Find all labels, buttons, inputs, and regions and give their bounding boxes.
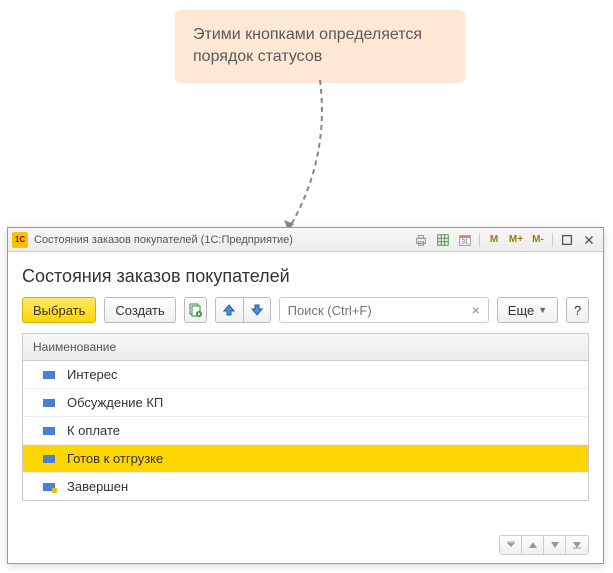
callout-tooltip: Этими кнопками определяется порядок стат… — [175, 10, 465, 83]
move-up-button[interactable] — [215, 297, 243, 323]
memory-m-button[interactable]: M — [484, 231, 504, 249]
nav-up-icon — [528, 540, 538, 550]
app-icon: 1C — [12, 232, 28, 248]
table-row[interactable]: Готов к отгрузке — [23, 445, 588, 473]
status-icon — [43, 427, 55, 435]
status-icon — [43, 399, 55, 407]
page-title: Состояния заказов покупателей — [8, 252, 603, 297]
search-input[interactable] — [284, 303, 468, 318]
nav-last-button[interactable] — [566, 536, 588, 554]
status-final-icon — [43, 483, 55, 491]
search-box[interactable]: × — [279, 297, 489, 323]
calendar-icon[interactable]: 31 — [455, 231, 475, 249]
table-row[interactable]: Завершен — [23, 473, 588, 500]
row-label: Завершен — [67, 479, 128, 494]
nav-down-icon — [550, 540, 560, 550]
table-header[interactable]: Наименование — [23, 334, 588, 361]
row-label: К оплате — [67, 423, 120, 438]
table-body: Интерес Обсуждение КП К оплате Готов к о… — [23, 361, 588, 500]
row-label: Интерес — [67, 367, 118, 382]
chevron-down-icon: ▼ — [538, 305, 547, 315]
select-button[interactable]: Выбрать — [22, 297, 96, 323]
row-label: Обсуждение КП — [67, 395, 163, 410]
titlebar-controls: 31 M M+ M- — [411, 231, 599, 249]
table-row[interactable]: Обсуждение КП — [23, 389, 588, 417]
status-table: Наименование Интерес Обсуждение КП К опл… — [22, 333, 589, 501]
copy-icon — [187, 302, 203, 318]
print-icon[interactable] — [411, 231, 431, 249]
search-clear-button[interactable]: × — [468, 302, 484, 318]
window-title: Состояния заказов покупателей (1С:Предпр… — [34, 234, 411, 246]
status-icon — [43, 371, 55, 379]
table-row[interactable]: К оплате — [23, 417, 588, 445]
nav-first-icon — [506, 540, 516, 550]
callout-arrow — [280, 80, 360, 240]
memory-mminus-button[interactable]: M- — [528, 231, 548, 249]
nav-down-button[interactable] — [544, 536, 566, 554]
column-header-name: Наименование — [33, 340, 116, 354]
nav-last-icon — [572, 540, 582, 550]
grid-icon[interactable] — [433, 231, 453, 249]
arrow-up-icon — [222, 303, 236, 317]
help-button[interactable]: ? — [566, 297, 589, 323]
titlebar: 1C Состояния заказов покупателей (1С:Пре… — [8, 228, 603, 252]
move-down-button[interactable] — [243, 297, 271, 323]
toolbar: Выбрать Создать — [8, 297, 603, 333]
create-button[interactable]: Создать — [104, 297, 175, 323]
nav-up-button[interactable] — [522, 536, 544, 554]
dialog-window: 1C Состояния заказов покупателей (1С:Пре… — [7, 227, 604, 564]
callout-text: Этими кнопками определяется порядок стат… — [193, 26, 422, 65]
copy-button[interactable] — [184, 297, 207, 323]
arrow-down-icon — [250, 303, 264, 317]
more-button[interactable]: Еще ▼ — [497, 297, 558, 323]
close-icon[interactable] — [579, 231, 599, 249]
move-button-group — [215, 297, 271, 323]
status-icon — [43, 455, 55, 463]
row-label: Готов к отгрузке — [67, 451, 163, 466]
maximize-icon[interactable] — [557, 231, 577, 249]
nav-controls — [499, 535, 589, 555]
nav-first-button[interactable] — [500, 536, 522, 554]
svg-text:31: 31 — [462, 238, 469, 245]
table-row[interactable]: Интерес — [23, 361, 588, 389]
memory-mplus-button[interactable]: M+ — [506, 231, 526, 249]
